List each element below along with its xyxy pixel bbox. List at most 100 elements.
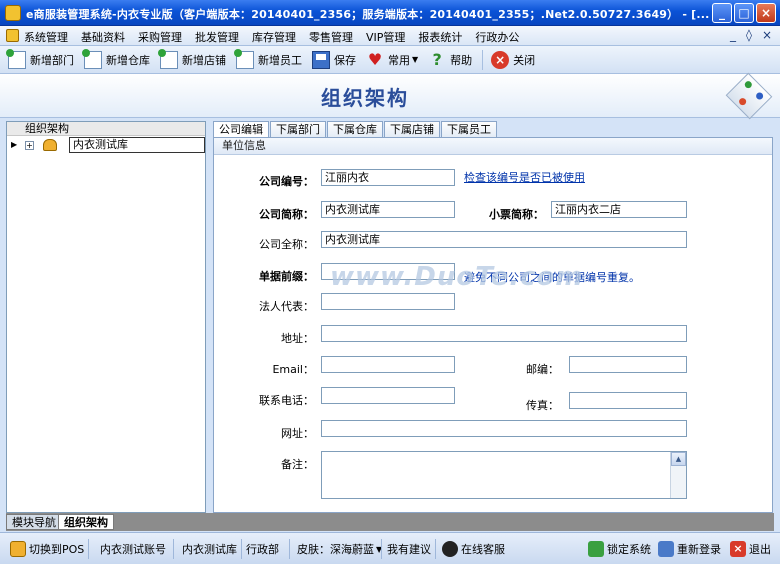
- company-short-input[interactable]: 内衣测试库: [321, 201, 455, 218]
- mdi-close-icon[interactable]: ×: [762, 28, 772, 42]
- check-code-link[interactable]: 检查该编号是否已被使用: [464, 169, 585, 185]
- app-icon: [5, 5, 21, 21]
- status-divider: [173, 539, 174, 559]
- toolbar-divider: [482, 49, 484, 70]
- tab-stores[interactable]: 下属店铺: [384, 121, 440, 137]
- postcode-input[interactable]: [569, 356, 687, 373]
- remarks-label: 备注：: [281, 458, 314, 471]
- menu-app-icon: [6, 29, 19, 42]
- mdi-restore-icon[interactable]: ◊: [746, 28, 752, 42]
- switch-pos-button[interactable]: 切换到POS: [10, 541, 84, 557]
- phone-label: 联系电话：: [259, 394, 314, 407]
- exit-button[interactable]: × 退出: [730, 541, 771, 557]
- org-icon: [43, 139, 57, 151]
- common-dropdown-button[interactable]: ♥ 常用 ▼: [366, 49, 419, 69]
- menu-purchase[interactable]: 采购管理: [138, 29, 182, 45]
- phone-input[interactable]: [321, 387, 455, 404]
- module-tab-navigation[interactable]: 模块导航: [6, 514, 62, 530]
- fax-input[interactable]: [569, 392, 687, 409]
- website-input[interactable]: [321, 420, 687, 437]
- heart-icon: ♥: [367, 49, 383, 69]
- relogin-button[interactable]: 重新登录: [658, 541, 721, 557]
- menu-basic-data[interactable]: 基础资料: [81, 29, 125, 45]
- new-employee-button[interactable]: 新增员工: [234, 48, 302, 69]
- module-tab-org[interactable]: 组织架构: [58, 514, 114, 530]
- folder-icon: [10, 541, 26, 557]
- legal-rep-label: 法人代表：: [259, 300, 314, 313]
- tab-warehouses[interactable]: 下属仓库: [327, 121, 383, 137]
- tree-header: 组织架构: [7, 122, 205, 136]
- doc-prefix-input[interactable]: [321, 263, 455, 280]
- receipt-short-input[interactable]: 江丽内衣二店: [551, 201, 687, 218]
- tree-row[interactable]: ▶ + 内衣测试库: [7, 137, 205, 154]
- lock-system-button[interactable]: 锁定系统: [588, 541, 651, 557]
- status-divider: [435, 539, 436, 559]
- status-db: 内衣测试库: [182, 543, 237, 556]
- legal-rep-input[interactable]: [321, 293, 455, 310]
- menu-system[interactable]: 系统管理: [24, 29, 68, 45]
- online-service-button[interactable]: 在线客服: [442, 541, 505, 557]
- menu-vip[interactable]: VIP管理: [366, 29, 405, 45]
- save-button[interactable]: 保存: [312, 50, 356, 69]
- tab-departments[interactable]: 下属部门: [270, 121, 326, 137]
- remarks-textarea[interactable]: ▲: [321, 451, 687, 499]
- menu-wholesale[interactable]: 批发管理: [195, 29, 239, 45]
- menu-office[interactable]: 行政办公: [475, 29, 519, 45]
- menu-inventory[interactable]: 库存管理: [252, 29, 296, 45]
- maximize-button[interactable]: □: [734, 3, 754, 23]
- new-store-button[interactable]: 新增店铺: [158, 48, 226, 69]
- chevron-down-icon: ▼: [412, 55, 419, 64]
- company-full-input[interactable]: 内衣测试库: [321, 231, 687, 248]
- title-bar: e商服装管理系统-内衣专业版（客户端版本：20140401_2356；服务端版本…: [0, 0, 780, 26]
- email-input[interactable]: [321, 356, 455, 373]
- company-code-label: 公司编号：: [259, 175, 314, 188]
- scroll-up-icon[interactable]: ▲: [671, 452, 686, 466]
- status-divider: [381, 539, 382, 559]
- company-full-label: 公司全称：: [259, 238, 314, 251]
- minimize-button[interactable]: _: [712, 3, 732, 23]
- suggest-button[interactable]: 我有建议: [387, 541, 431, 557]
- new-dept-button[interactable]: 新增部门: [6, 48, 74, 69]
- exit-icon: ×: [730, 541, 746, 557]
- status-divider: [241, 539, 242, 559]
- tab-strip: 公司编辑 下属部门 下属仓库 下属店铺 下属员工: [213, 121, 498, 138]
- company-code-input[interactable]: 江丽内衣: [321, 169, 455, 186]
- address-label: 地址：: [281, 332, 314, 345]
- close-button[interactable]: × 关闭: [491, 50, 535, 69]
- address-input[interactable]: [321, 325, 687, 342]
- receipt-short-label: 小票简称：: [489, 208, 544, 221]
- help-button[interactable]: ? 帮助: [428, 49, 473, 69]
- status-bar: 切换到POS 内衣测试账号 内衣测试库 行政部 皮肤：深海蔚蓝 ▼ 我有建议 在…: [0, 532, 780, 564]
- status-account: 内衣测试账号: [100, 543, 166, 556]
- company-short-label: 公司简称：: [259, 208, 314, 221]
- status-divider: [289, 539, 290, 559]
- help-icon: ?: [432, 49, 442, 69]
- expand-icon[interactable]: +: [25, 141, 34, 150]
- new-doc-icon: [82, 48, 102, 69]
- row-pointer-icon: ▶: [11, 140, 18, 149]
- skin-selector[interactable]: 皮肤：深海蔚蓝 ▼: [297, 541, 382, 557]
- tab-company-edit[interactable]: 公司编辑: [213, 121, 269, 138]
- company-form: 单位信息 公司编号： 江丽内衣 检查该编号是否已被使用 公司简称： 内衣测试库 …: [213, 137, 773, 513]
- remarks-scrollbar[interactable]: ▲: [670, 452, 686, 498]
- lock-icon: [588, 541, 604, 557]
- module-tab-strip: 模块导航 组织架构: [6, 513, 774, 531]
- org-chart-icon: [725, 72, 773, 120]
- save-icon: [312, 50, 330, 69]
- fax-label: 传真：: [526, 399, 559, 412]
- mdi-minimize-icon[interactable]: _: [730, 28, 736, 42]
- status-divider: [88, 539, 89, 559]
- section-header: 单位信息: [214, 138, 772, 155]
- menu-retail[interactable]: 零售管理: [309, 29, 353, 45]
- new-doc-icon: [158, 48, 178, 69]
- close-icon: ×: [491, 50, 510, 69]
- close-window-button[interactable]: ×: [756, 3, 776, 23]
- menu-reports[interactable]: 报表统计: [418, 29, 462, 45]
- tab-employees[interactable]: 下属员工: [441, 121, 497, 137]
- new-warehouse-button[interactable]: 新增仓库: [82, 48, 150, 69]
- doc-prefix-note: 避免不同公司之间的单据编号重复。: [464, 271, 640, 284]
- org-tree-panel: 组织架构 ▶ + 内衣测试库: [6, 121, 206, 513]
- tree-root-label[interactable]: 内衣测试库: [69, 137, 205, 153]
- postcode-label: 邮编：: [526, 363, 559, 376]
- window-controls: _ □ ×: [712, 3, 776, 23]
